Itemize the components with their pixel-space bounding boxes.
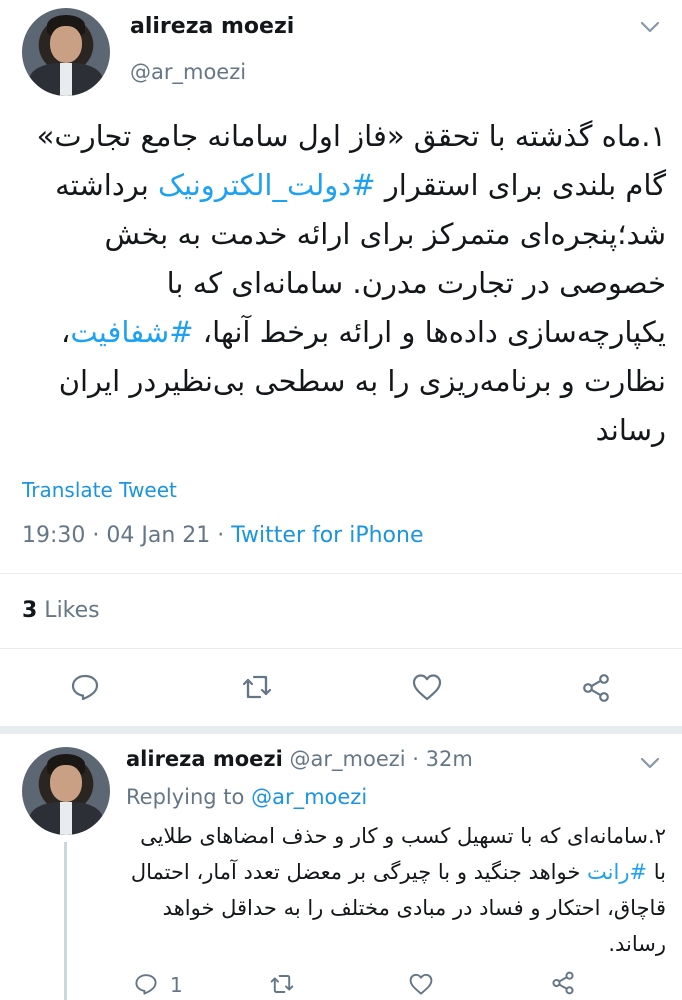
retweet-icon[interactable] xyxy=(240,672,274,702)
share-icon[interactable] xyxy=(550,970,576,996)
author-name[interactable]: alireza moezi xyxy=(130,14,294,39)
divider xyxy=(0,648,682,649)
hashtag-link[interactable]: #دولت_الکترونیک xyxy=(158,168,375,202)
replying-to: Replying to @ar_moezi xyxy=(126,785,367,809)
tweet-text: ۲.سامانه‌ای که با تسهیل کسب و کار و حذف … xyxy=(126,818,666,962)
replying-handle-link[interactable]: @ar_moezi xyxy=(251,785,367,809)
author-avatar[interactable] xyxy=(22,8,110,96)
author-handle[interactable]: @ar_moezi xyxy=(130,60,246,84)
author-avatar[interactable] xyxy=(22,747,110,835)
likes-label: Likes xyxy=(37,598,100,623)
retweet-icon[interactable] xyxy=(268,972,296,996)
reply-count: 1 xyxy=(170,973,183,997)
likes-count: 3 xyxy=(22,598,38,623)
tweet-text-part: خواهد جنگید و با چیرگی بر معضل تعدد آمار… xyxy=(130,860,666,956)
like-heart-icon[interactable] xyxy=(408,972,434,996)
reply-icon[interactable] xyxy=(70,672,100,702)
source-link[interactable]: Twitter for iPhone xyxy=(231,523,423,548)
replying-prefix: Replying to xyxy=(126,785,252,809)
tweet-header: alireza moezi @ar_moezi · 32m xyxy=(126,747,473,771)
timestamp-text: 19:30 · 04 Jan 21 · xyxy=(22,523,232,548)
chevron-down-icon[interactable] xyxy=(640,756,660,770)
tweet-timestamp: 19:30 · 04 Jan 21 · Twitter for iPhone xyxy=(22,523,423,548)
divider xyxy=(0,573,682,574)
reply-icon[interactable] xyxy=(134,972,158,996)
likes-stat[interactable]: 3 Likes xyxy=(22,598,100,623)
chevron-down-icon[interactable] xyxy=(640,20,660,34)
section-separator xyxy=(0,726,682,734)
author-name[interactable]: alireza moezi xyxy=(126,747,283,771)
translate-tweet-link[interactable]: Translate Tweet xyxy=(22,478,177,502)
like-heart-icon[interactable] xyxy=(411,672,443,702)
share-icon[interactable] xyxy=(580,672,612,704)
author-meta: @ar_moezi · 32m xyxy=(289,747,473,771)
thread-line xyxy=(64,842,67,1000)
hashtag-link[interactable]: #شفافیت xyxy=(70,315,193,349)
hashtag-link[interactable]: #رانت xyxy=(587,860,647,884)
tweet-text: ۱.ماه گذشته با تحقق «فاز اول سامانه جامع… xyxy=(14,112,666,455)
